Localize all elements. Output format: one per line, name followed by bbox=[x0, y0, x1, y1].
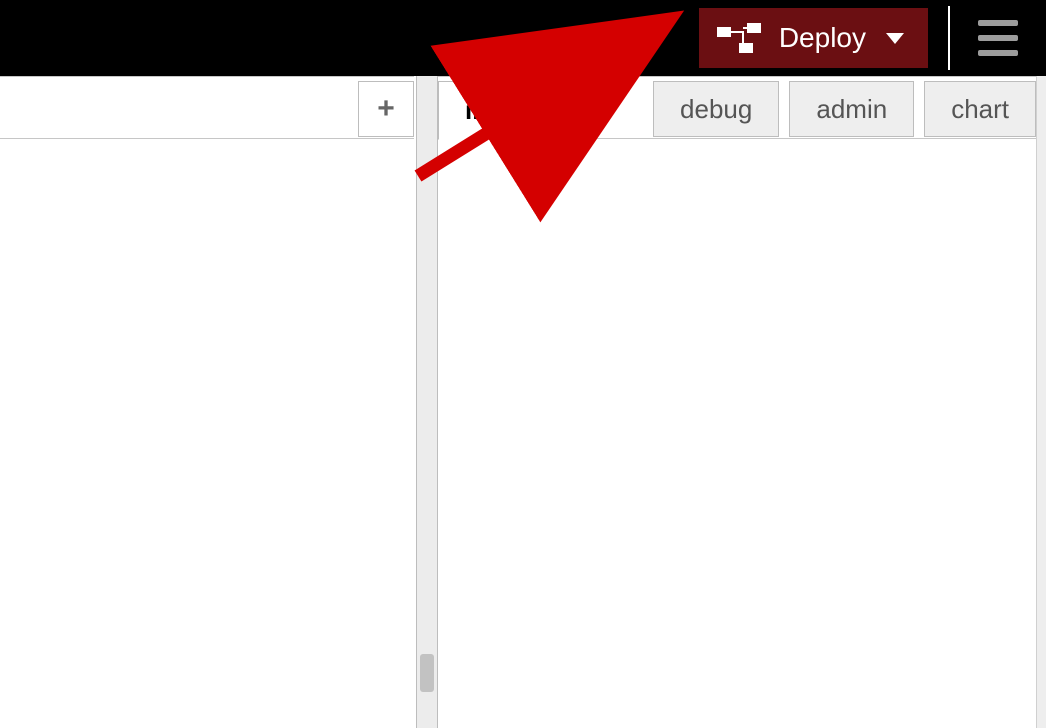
menu-button[interactable] bbox=[950, 0, 1046, 76]
plus-icon: + bbox=[377, 94, 395, 124]
chevron-down-icon bbox=[886, 33, 904, 44]
scrollbar-thumb[interactable] bbox=[420, 654, 434, 692]
right-pane: info debug admin chart bbox=[438, 76, 1046, 728]
tab-debug[interactable]: debug bbox=[653, 81, 779, 137]
header-bar: Deploy bbox=[0, 0, 1046, 76]
tab-label: chart bbox=[951, 94, 1009, 125]
tab-label: debug bbox=[680, 94, 752, 125]
tab-admin[interactable]: admin bbox=[789, 81, 914, 137]
workspace: + info debug admin chart bbox=[0, 76, 1046, 728]
tab-label: info bbox=[465, 95, 513, 126]
right-edge-gutter bbox=[1036, 76, 1046, 728]
tab-label: admin bbox=[816, 94, 887, 125]
add-tab-button[interactable]: + bbox=[358, 81, 414, 137]
right-tab-bar: info debug admin chart bbox=[438, 77, 1046, 139]
left-tab-bar: + bbox=[0, 77, 414, 139]
deploy-icon bbox=[717, 23, 763, 53]
deploy-button[interactable]: Deploy bbox=[699, 8, 928, 68]
tab-info[interactable]: info bbox=[438, 81, 540, 140]
tab-chart[interactable]: chart bbox=[924, 81, 1036, 137]
deploy-label: Deploy bbox=[779, 22, 866, 54]
vertical-scrollbar[interactable] bbox=[416, 76, 438, 728]
left-pane: + bbox=[0, 76, 414, 728]
